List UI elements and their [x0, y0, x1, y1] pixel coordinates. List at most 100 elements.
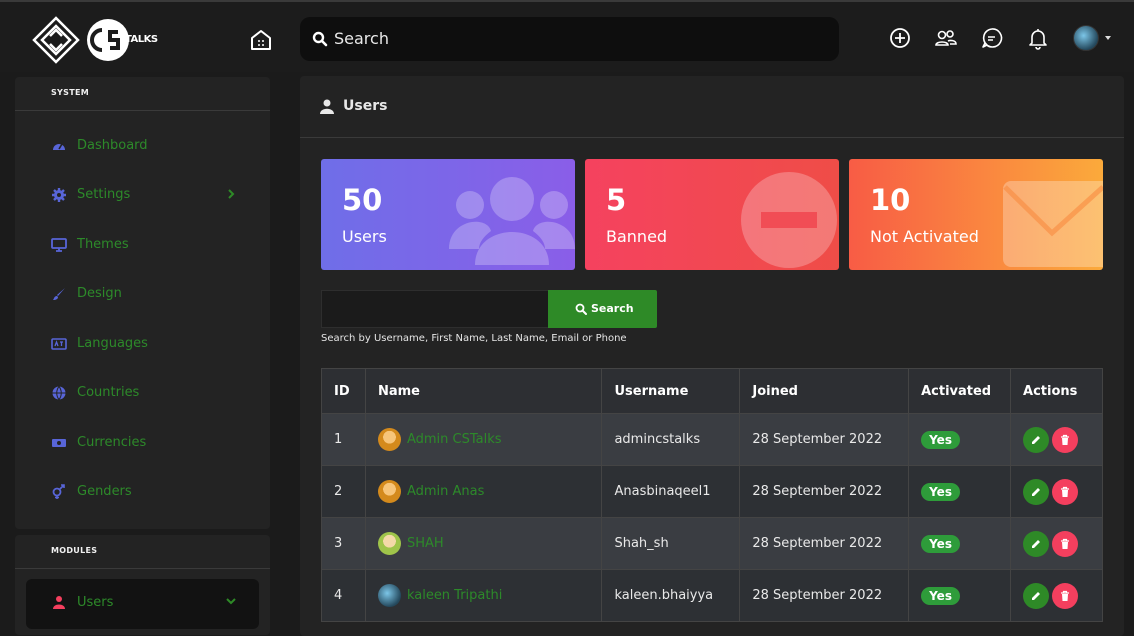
pencil-icon — [1032, 591, 1041, 600]
brush-icon — [53, 288, 65, 300]
trash-icon — [1061, 434, 1070, 445]
avatar — [377, 480, 401, 503]
sidebar-item-label: Genders — [77, 484, 132, 499]
user-joined: 28 September 2022 — [739, 413, 910, 466]
users-group-icon — [449, 177, 575, 265]
bell-icon[interactable] — [1026, 26, 1050, 50]
stat-value: 10 — [870, 183, 911, 217]
user-id: 4 — [321, 569, 366, 622]
avatar — [377, 584, 401, 607]
logo-text: TALKS — [125, 34, 158, 45]
add-post-icon[interactable] — [888, 26, 912, 50]
user-activated-cell: Yes — [908, 465, 1012, 518]
search-button[interactable]: Search — [548, 290, 657, 328]
status-badge: Yes — [921, 534, 960, 553]
search-hint: Search by Username, First Name, Last Nam… — [321, 333, 627, 344]
sidebar-item-languages[interactable]: Languages — [15, 329, 270, 359]
panel-header: Users — [300, 76, 1124, 138]
ban-icon — [741, 172, 837, 268]
user-name-cell: kaleen Tripathi — [364, 569, 603, 622]
global-search[interactable]: Search — [300, 17, 839, 61]
pencil-icon — [1032, 539, 1041, 548]
column-header-joined: Joined — [739, 368, 910, 414]
sidebar-item-settings[interactable]: Settings — [15, 180, 270, 210]
user-username[interactable]: Shah_sh — [601, 517, 741, 570]
sidebar-item-design[interactable]: Design — [15, 279, 270, 309]
home-icon[interactable] — [248, 27, 274, 53]
user-actions-cell — [1010, 413, 1103, 466]
trash-icon — [1061, 486, 1070, 497]
user-joined: 28 September 2022 — [739, 517, 910, 570]
edit-button[interactable] — [1023, 530, 1050, 557]
sidebar-item-themes[interactable]: Themes — [15, 230, 270, 260]
user-name-link[interactable]: SHAH — [407, 536, 444, 551]
status-badge: Yes — [921, 586, 960, 605]
users-table: ID Name Username Joined Activated Action… — [321, 368, 1103, 622]
user-actions-cell — [1010, 465, 1103, 518]
user-joined: 28 September 2022 — [739, 569, 910, 622]
stat-value: 50 — [342, 183, 383, 217]
user-joined: 28 September 2022 — [739, 465, 910, 518]
search-icon — [312, 31, 328, 47]
chevron-down-icon[interactable] — [1105, 36, 1111, 40]
users-panel: Users 50 Users 5 Banned 10 Not Activated — [300, 76, 1124, 636]
sidebar-item-dashboard[interactable]: Dashboard — [15, 131, 270, 161]
user-id: 2 — [321, 465, 366, 518]
user-id: 3 — [321, 517, 366, 570]
delete-button[interactable] — [1052, 426, 1079, 453]
user-name-cell: SHAH — [364, 517, 603, 570]
user-icon — [53, 596, 65, 609]
user-name-link[interactable]: Admin CSTalks — [407, 432, 502, 447]
sidebar-item-label: Users — [77, 595, 114, 610]
user-username[interactable]: admincstalks — [601, 413, 741, 466]
stat-value: 5 — [606, 183, 627, 217]
status-badge: Yes — [921, 430, 960, 449]
sidebar-system: SYSTEM Dashboard Settings Themes Design — [15, 77, 270, 529]
table-row: 2 Admin Anas Anasbinaqeel1 28 September … — [321, 465, 1103, 518]
gear-icon — [52, 188, 66, 202]
delete-button[interactable] — [1052, 478, 1079, 505]
user-search-input[interactable] — [321, 290, 549, 328]
search-icon — [575, 303, 587, 315]
table-row: 4 kaleen Tripathi kaleen.bhaiyya 28 Sept… — [321, 569, 1103, 622]
user-name-link[interactable]: Admin Anas — [407, 484, 484, 499]
search-button-label: Search — [591, 302, 634, 315]
sidebar-item-label: Settings — [77, 187, 131, 202]
edit-button[interactable] — [1023, 478, 1050, 505]
sidebar-item-currencies[interactable]: Currencies — [15, 428, 270, 458]
sidebar-item-countries[interactable]: Countries — [15, 378, 270, 408]
user-name-link[interactable]: kaleen Tripathi — [407, 588, 502, 603]
delete-button[interactable] — [1052, 530, 1079, 557]
edit-button[interactable] — [1023, 582, 1050, 609]
user-activated-cell: Yes — [908, 569, 1012, 622]
column-header-username: Username — [601, 368, 741, 414]
delete-button[interactable] — [1052, 582, 1079, 609]
sidebar-item-genders[interactable]: Genders — [15, 477, 270, 507]
messages-icon[interactable] — [980, 26, 1004, 50]
sidebar-heading-modules: MODULES — [15, 535, 270, 569]
money-icon — [52, 439, 66, 447]
friends-icon[interactable] — [934, 26, 958, 50]
sidebar-item-users[interactable]: Users — [26, 579, 259, 629]
user-name-cell: Admin CSTalks — [364, 413, 603, 466]
column-header-activated: Activated — [908, 368, 1012, 414]
edit-button[interactable] — [1023, 426, 1050, 453]
user-username[interactable]: Anasbinaqeel1 — [601, 465, 741, 518]
dashboard-icon — [53, 143, 65, 150]
stat-label: Banned — [606, 227, 668, 246]
envelope-icon — [1003, 181, 1103, 267]
user-avatar[interactable] — [1073, 25, 1099, 51]
table-header-row: ID Name Username Joined Activated Action… — [321, 368, 1103, 414]
user-actions-cell — [1010, 569, 1103, 622]
trash-icon — [1061, 538, 1070, 549]
language-icon — [51, 338, 67, 350]
column-header-id: ID — [321, 368, 366, 414]
user-activated-cell: Yes — [908, 517, 1012, 570]
chevron-down-icon — [226, 598, 236, 605]
sidebar-modules: MODULES Users — [15, 535, 270, 635]
user-username[interactable]: kaleen.bhaiyya — [601, 569, 741, 622]
user-id: 1 — [321, 413, 366, 466]
globe-icon — [52, 386, 66, 401]
stat-label: Not Activated — [870, 227, 979, 246]
search-placeholder: Search — [334, 29, 389, 48]
